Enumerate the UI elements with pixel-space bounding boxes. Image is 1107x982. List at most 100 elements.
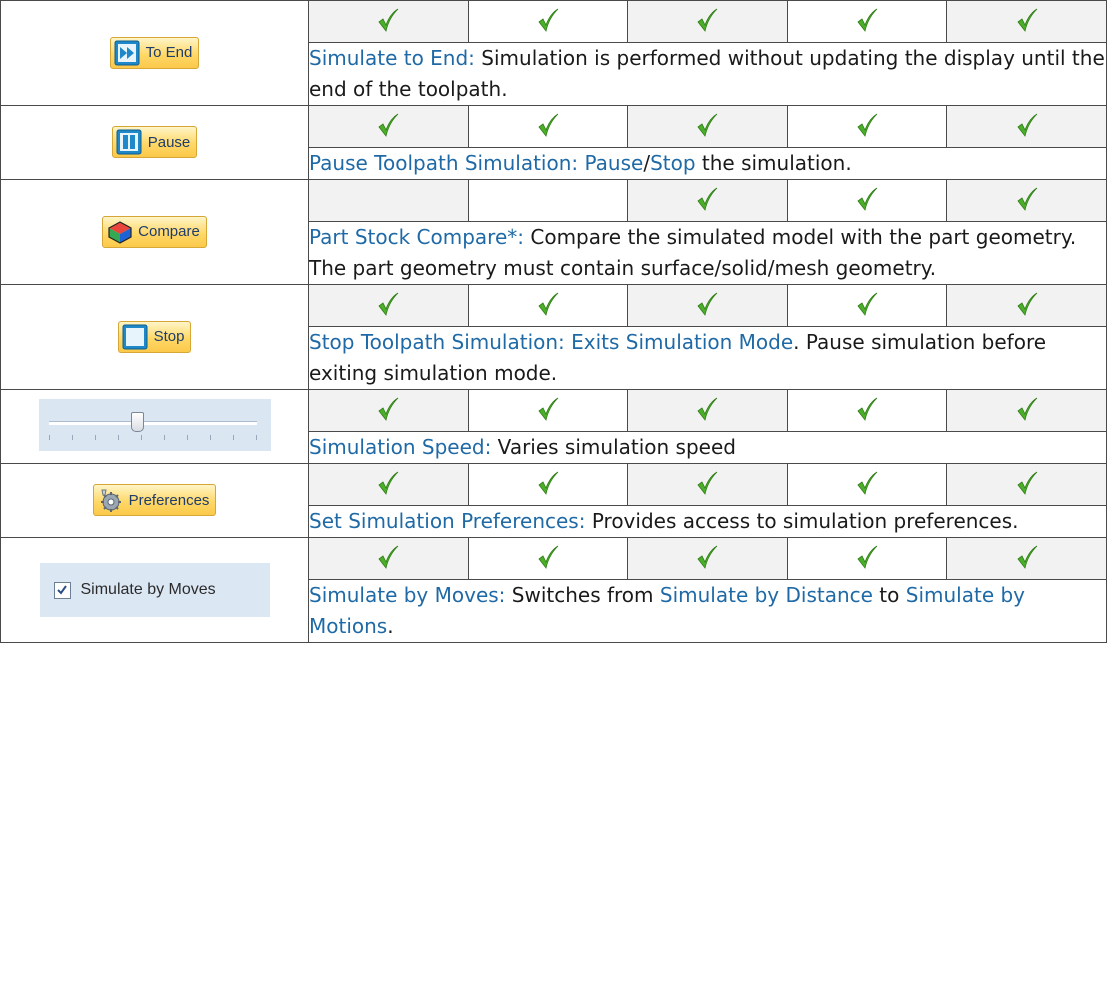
availability-cell: [467, 537, 629, 580]
check-icon: [377, 545, 399, 569]
button-cell: Compare: [0, 179, 309, 285]
fast-forward-icon: [114, 40, 140, 66]
availability-cell: [308, 0, 469, 43]
description-text: Switches from: [505, 583, 660, 607]
availability-cell: [627, 463, 788, 506]
description-cell: Stop Toolpath Simulation: Exits Simulati…: [308, 326, 1107, 390]
description-link[interactable]: Simulate by Moves:: [309, 583, 505, 607]
to-end-button[interactable]: To End: [109, 36, 200, 69]
button-cell: Stop: [0, 284, 309, 390]
check-icon: [856, 113, 878, 137]
availability-cell: [308, 389, 469, 432]
simulate-by-moves-checkbox[interactable]: Simulate by Moves: [39, 563, 270, 617]
description-cell: Pause Toolpath Simulation: Pause/Stop th…: [308, 147, 1107, 180]
description-text: the simulation.: [695, 151, 852, 175]
table-row: Preferences: [0, 463, 1107, 538]
availability-cell: [308, 179, 469, 222]
button-cell: Preferences: [0, 463, 309, 538]
description-link[interactable]: Simulate by Distance: [660, 583, 873, 607]
table-row: Compare: [0, 179, 1107, 285]
availability-cell: [467, 0, 629, 43]
stop-icon: [122, 324, 148, 350]
description-cell: Set Simulation Preferences: Provides acc…: [308, 505, 1107, 538]
table-row: Pause: [0, 105, 1107, 180]
description-link[interactable]: Simulate to End:: [309, 46, 475, 70]
button-cell: Pause: [0, 105, 309, 180]
preferences-button[interactable]: Preferences: [92, 484, 217, 516]
availability-cell: [627, 284, 788, 327]
check-icon: [856, 8, 878, 32]
check-icon: [696, 8, 718, 32]
button-label: Pause: [147, 133, 191, 151]
description-text: Varies simulation speed: [491, 435, 736, 459]
check-icon: [537, 113, 559, 137]
availability-cell: [946, 537, 1107, 580]
description-text: to: [872, 583, 906, 607]
availability-cell: [308, 284, 469, 327]
availability-cell: [946, 389, 1107, 432]
checkbox-label: Simulate by Moves: [80, 581, 216, 598]
check-icon: [856, 292, 878, 316]
check-icon: [696, 471, 718, 495]
button-label: Preferences: [128, 491, 210, 509]
availability-cell: [627, 389, 788, 432]
pause-button[interactable]: Pause: [111, 126, 198, 158]
description-cell: Part Stock Compare*: Compare the simulat…: [308, 221, 1107, 285]
availability-cell: [786, 179, 948, 222]
check-icon: [377, 292, 399, 316]
check-icon: [856, 187, 878, 211]
availability-cell: [946, 179, 1107, 222]
table-row: To End: [0, 0, 1107, 106]
compare-cube-icon: [106, 219, 132, 245]
table-row: [0, 389, 1107, 464]
description-cell: Simulate to End: Simulation is performed…: [308, 42, 1107, 106]
button-label: To End: [145, 44, 193, 61]
check-icon: [377, 471, 399, 495]
availability-cell: [786, 389, 948, 432]
slider-track[interactable]: [48, 420, 257, 425]
description-cell: Simulation Speed: Varies simulation spee…: [308, 431, 1107, 464]
simulation-feature-table: To End Simulate to End: Simulation is per…: [0, 0, 1107, 643]
button-label: Stop: [153, 328, 185, 345]
description-link[interactable]: Set Simulation Preferences:: [309, 509, 585, 533]
availability-cell: [627, 179, 788, 222]
check-icon: [537, 397, 559, 421]
pause-icon: [116, 129, 142, 155]
check-icon: [856, 545, 878, 569]
availability-cell: [467, 463, 629, 506]
availability-cell: [786, 537, 948, 580]
description-link[interactable]: Simulation Speed:: [309, 435, 491, 459]
check-icon: [537, 8, 559, 32]
availability-cell: [946, 0, 1107, 43]
check-icon: [1016, 187, 1038, 211]
compare-button[interactable]: Compare: [102, 215, 207, 248]
description-link[interactable]: Pause: [584, 151, 643, 175]
stop-button[interactable]: Stop: [117, 320, 192, 353]
description-text: .: [387, 614, 394, 638]
check-icon: [696, 292, 718, 316]
slider-thumb[interactable]: [130, 411, 144, 432]
simulation-speed-slider[interactable]: [38, 398, 271, 451]
check-icon: [696, 113, 718, 137]
availability-cell: [946, 463, 1107, 506]
check-icon: [1016, 397, 1038, 421]
check-icon: [377, 8, 399, 32]
description-link[interactable]: Pause Toolpath Simulation:: [309, 151, 578, 175]
availability-cell: [467, 284, 629, 327]
check-icon: [377, 397, 399, 421]
description-link[interactable]: Stop Toolpath Simulation:: [309, 330, 565, 354]
check-icon: [1016, 471, 1038, 495]
availability-cell: [467, 389, 629, 432]
description-link[interactable]: Exits Simulation Mode: [571, 330, 793, 354]
availability-cell: [786, 463, 948, 506]
description-link[interactable]: Part Stock Compare*:: [309, 225, 524, 249]
table-body: To End Simulate to End: Simulation is per…: [0, 0, 1107, 643]
availability-cell: [786, 284, 948, 327]
description-link[interactable]: Stop: [650, 151, 695, 175]
checkbox-icon[interactable]: [53, 581, 71, 599]
check-icon: [537, 292, 559, 316]
check-icon: [1016, 113, 1038, 137]
check-icon: [377, 113, 399, 137]
slider-ticks: [48, 434, 257, 441]
availability-cell: [467, 179, 629, 222]
